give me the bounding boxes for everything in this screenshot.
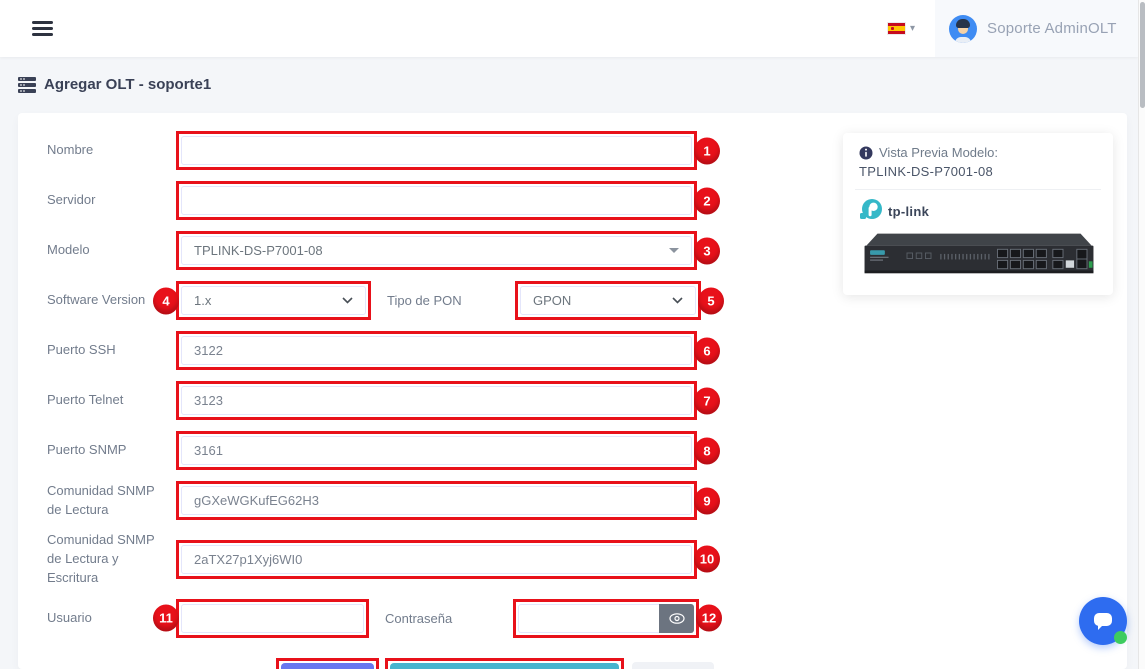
tipo-pon-selected-value: GPON — [533, 293, 672, 308]
form-actions: Guardar ⇄ Guardar y Comprobar Conexión C… — [47, 658, 737, 669]
annotation-box-6: 6 — [176, 331, 697, 370]
comunidad-escritura-label: Comunidad SNMP de Lectura y Escritura — [47, 531, 176, 588]
annotation-box-9: 9 — [176, 481, 697, 520]
modelo-select[interactable]: TPLINK-DS-P7001-08 — [181, 236, 692, 265]
annotation-badge-1: 1 — [694, 137, 720, 164]
form-row-software-pon: Software Version 1.x 4 Tipo de PON GPON … — [47, 281, 737, 320]
annotation-box-8: 8 — [176, 431, 697, 470]
puerto-snmp-label: Puerto SNMP — [47, 441, 176, 460]
annotation-badge-3: 3 — [694, 237, 720, 264]
usuario-input[interactable] — [181, 604, 364, 633]
annotation-box-5: GPON 5 — [515, 281, 701, 320]
annotation-box-7: 7 — [176, 381, 697, 420]
annotation-badge-2: 2 — [694, 187, 720, 214]
annotation-badge-10: 10 — [694, 546, 720, 573]
language-dropdown[interactable]: ▾ — [888, 23, 915, 34]
model-preview-card: Vista Previa Modelo: TPLINK-DS-P7001-08 … — [843, 133, 1113, 295]
annotation-box-10: 10 — [176, 540, 697, 579]
preview-header: Vista Previa Modelo: — [859, 145, 1097, 160]
puerto-ssh-label: Puerto SSH — [47, 341, 176, 360]
annotation-box-save: Guardar — [276, 658, 379, 669]
annotation-badge-7: 7 — [694, 387, 720, 414]
user-menu[interactable]: Soporte AdminOLT — [935, 0, 1138, 57]
tipo-pon-select[interactable]: GPON — [520, 286, 696, 315]
annotation-box-save-test: ⇄ Guardar y Comprobar Conexión — [385, 658, 625, 669]
annotation-badge-12: 12 — [696, 605, 722, 632]
annotation-box-4: 1.x 4 — [176, 281, 371, 320]
page-header: Agregar OLT - soporte1 — [18, 76, 211, 93]
toggle-password-visibility-button[interactable] — [659, 604, 694, 633]
save-button[interactable]: Guardar — [281, 663, 374, 669]
navbar-right: ▾ Soporte AdminOLT — [888, 0, 1138, 57]
chat-widget-button[interactable] — [1079, 597, 1127, 645]
comunidad-escritura-input[interactable] — [181, 545, 692, 574]
form-row-modelo: Modelo TPLINK-DS-P7001-08 3 — [47, 231, 737, 270]
chevron-down-icon — [672, 297, 683, 304]
olt-device-image — [859, 226, 1099, 280]
online-status-dot — [1114, 631, 1127, 644]
tp-link-logo-icon — [859, 198, 883, 224]
puerto-telnet-label: Puerto Telnet — [47, 391, 176, 410]
annotation-badge-4: 4 — [153, 287, 179, 314]
scrollbar[interactable] — [1138, 0, 1145, 669]
nombre-input[interactable] — [181, 136, 692, 165]
modelo-label: Modelo — [47, 241, 176, 260]
brand-logo: tp-link — [859, 198, 1097, 224]
divider — [855, 189, 1101, 190]
form-row-puerto-ssh: Puerto SSH 6 — [47, 331, 737, 370]
eye-icon — [669, 613, 685, 624]
cancel-button[interactable]: Cancelar — [632, 662, 714, 669]
page-title: Agregar OLT - soporte1 — [44, 76, 211, 93]
form-row-servidor: Servidor 2 — [47, 181, 737, 220]
form-row-comunidad-lectura: Comunidad SNMP de Lectura 9 — [47, 481, 737, 520]
puerto-ssh-input[interactable] — [181, 336, 692, 365]
contrasena-input[interactable] — [518, 604, 659, 633]
puerto-telnet-input[interactable] — [181, 386, 692, 415]
hamburger-menu-icon[interactable] — [32, 18, 53, 39]
servidor-label: Servidor — [47, 191, 176, 210]
brand-name: tp-link — [888, 204, 929, 219]
tipo-pon-label: Tipo de PON — [387, 293, 515, 308]
spain-flag-icon — [888, 23, 905, 34]
navbar: ▾ Soporte AdminOLT — [0, 0, 1138, 57]
annotation-box-3: TPLINK-DS-P7001-08 3 — [176, 231, 697, 270]
preview-model-name: TPLINK-DS-P7001-08 — [859, 164, 1097, 179]
preview-header-text: Vista Previa Modelo: — [879, 145, 998, 160]
annotation-badge-6: 6 — [694, 337, 720, 364]
add-olt-form-card: Nombre 1 Servidor 2 Modelo TPLINK-DS-P70… — [18, 113, 1127, 669]
servidor-input[interactable] — [181, 186, 692, 215]
software-version-selected-value: 1.x — [194, 293, 342, 308]
contrasena-label: Contraseña — [385, 611, 513, 626]
puerto-snmp-input[interactable] — [181, 436, 692, 465]
chevron-down-icon — [342, 297, 353, 304]
annotation-box-11: 11 — [176, 599, 369, 638]
caret-down-icon — [669, 248, 679, 253]
save-and-test-button[interactable]: ⇄ Guardar y Comprobar Conexión — [390, 663, 620, 669]
comunidad-lectura-input[interactable] — [181, 486, 692, 515]
form-row-usuario-contrasena: Usuario 11 Contraseña 12 — [47, 599, 737, 638]
annotation-box-2: 2 — [176, 181, 697, 220]
annotation-badge-9: 9 — [694, 487, 720, 514]
annotation-badge-5: 5 — [698, 287, 724, 314]
chat-bubble-icon — [1091, 610, 1115, 632]
form-row-puerto-snmp: Puerto SNMP 8 — [47, 431, 737, 470]
annotation-box-1: 1 — [176, 131, 697, 170]
scrollbar-thumb[interactable] — [1140, 2, 1145, 108]
software-version-select[interactable]: 1.x — [181, 286, 366, 315]
avatar — [949, 15, 977, 43]
comunidad-lectura-label: Comunidad SNMP de Lectura — [47, 482, 176, 520]
server-icon — [18, 77, 36, 93]
annotation-badge-11: 11 — [153, 605, 179, 632]
add-olt-form: Nombre 1 Servidor 2 Modelo TPLINK-DS-P70… — [47, 131, 737, 669]
info-icon — [859, 146, 873, 160]
form-row-comunidad-escritura: Comunidad SNMP de Lectura y Escritura 10 — [47, 531, 737, 588]
annotation-badge-8: 8 — [694, 437, 720, 464]
user-name: Soporte AdminOLT — [987, 20, 1117, 37]
form-row-puerto-telnet: Puerto Telnet 7 — [47, 381, 737, 420]
nombre-label: Nombre — [47, 141, 176, 160]
form-row-nombre: Nombre 1 — [47, 131, 737, 170]
modelo-selected-value: TPLINK-DS-P7001-08 — [194, 243, 669, 258]
annotation-box-12: 12 — [513, 599, 699, 638]
caret-down-icon: ▾ — [910, 23, 915, 34]
